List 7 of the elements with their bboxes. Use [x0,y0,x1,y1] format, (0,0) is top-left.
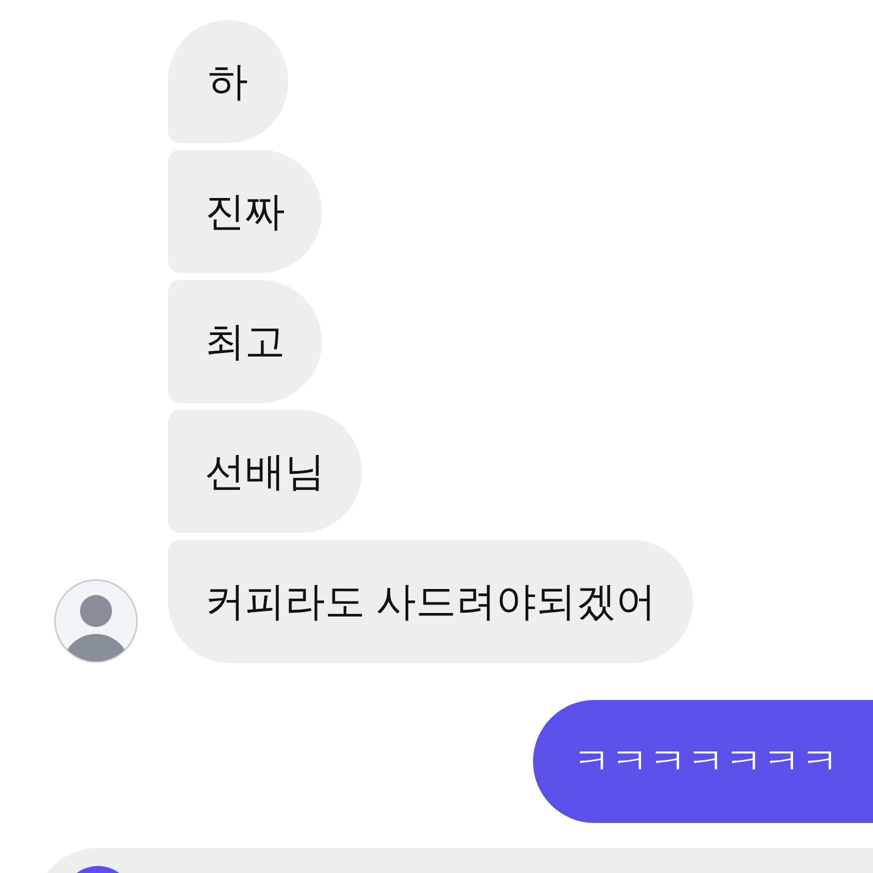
message-bubble: ㅋㅋㅋㅋㅋㅋㅋ [533,700,873,823]
message-bubble: 커피라도 사드려야되겠어 [168,540,694,663]
message-bubble: 최고 [168,280,322,403]
message-bubble: 진짜 [168,150,322,273]
message-bubble: 선배님 [168,410,362,533]
person-avatar-icon [54,579,138,663]
message-bubble: 하 [168,20,288,143]
